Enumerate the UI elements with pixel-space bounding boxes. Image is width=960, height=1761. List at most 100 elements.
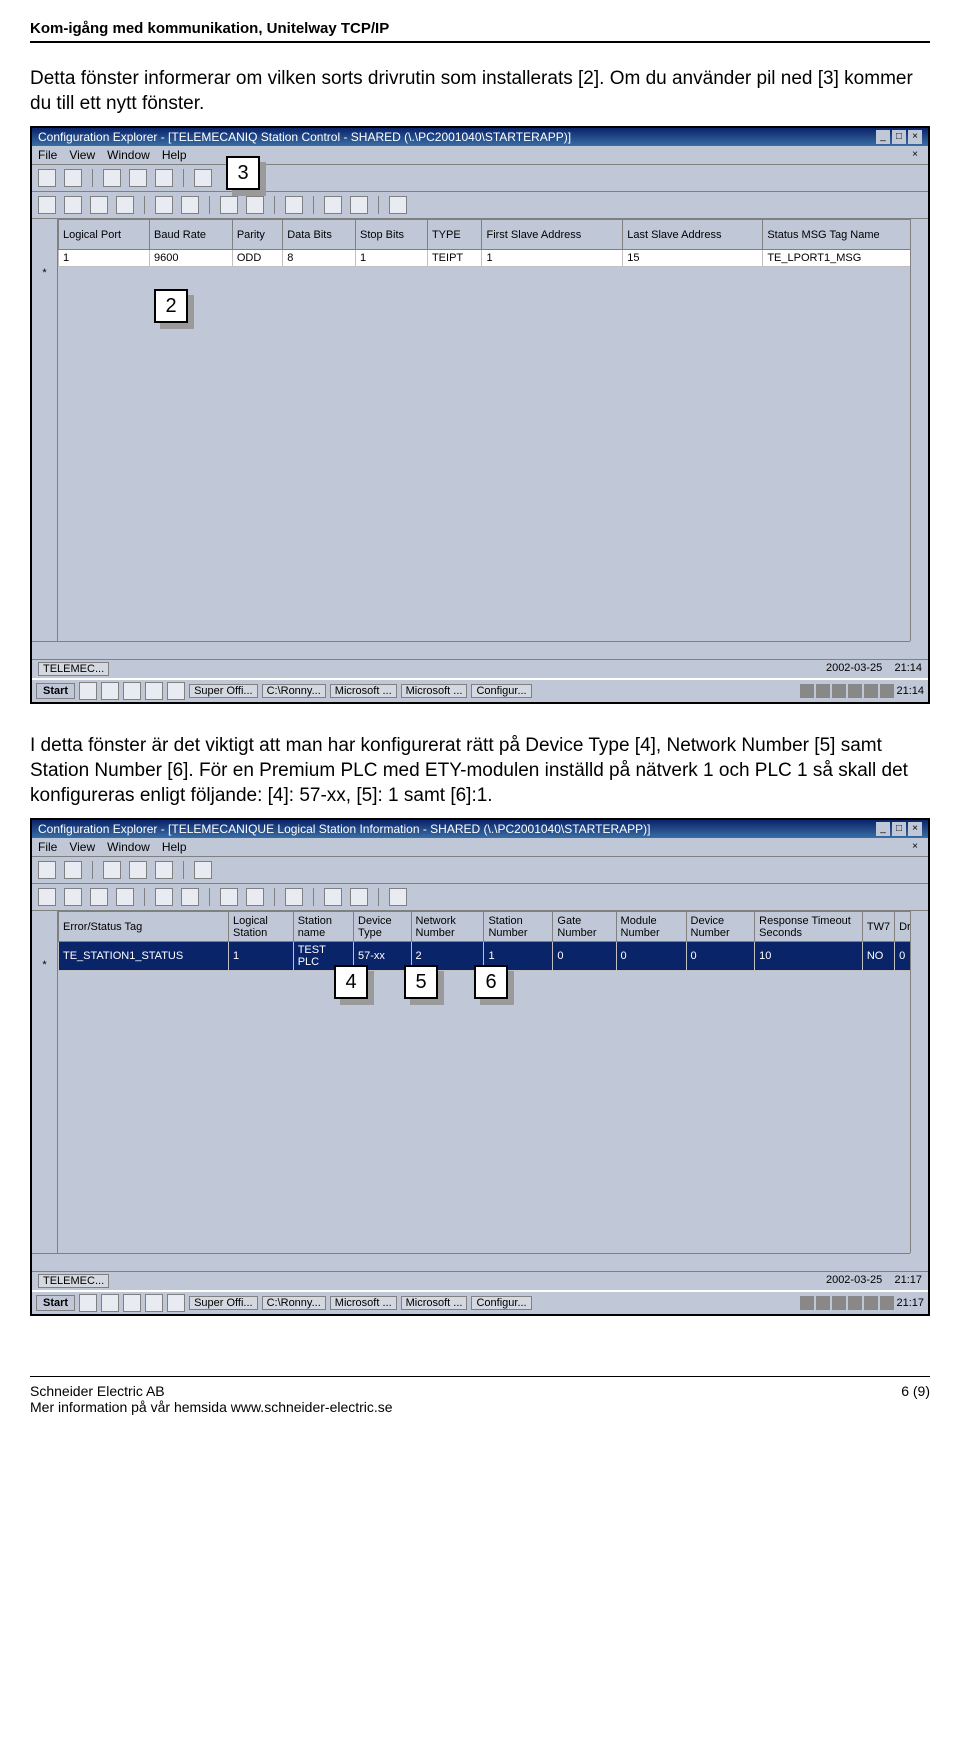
col-logical-station[interactable]: Logical Station <box>229 912 294 942</box>
menu-file[interactable]: File <box>38 840 57 854</box>
col-status-tag[interactable]: Status MSG Tag Name <box>763 220 928 250</box>
col-first-slave[interactable]: First Slave Address <box>482 220 623 250</box>
taskbar-app[interactable]: Microsoft ... <box>401 684 468 698</box>
taskbar-app[interactable]: C:\Ronny... <box>262 684 326 698</box>
col-last-slave[interactable]: Last Slave Address <box>623 220 763 250</box>
toolbar-icon[interactable] <box>38 169 56 187</box>
toolbar-icon[interactable] <box>38 861 56 879</box>
col-stop-bits[interactable]: Stop Bits <box>355 220 427 250</box>
toolbar-icon[interactable] <box>129 169 147 187</box>
quicklaunch-icon[interactable] <box>167 1294 185 1312</box>
scrollbar-vertical[interactable] <box>910 219 928 641</box>
col-station-number[interactable]: Station Number <box>484 912 553 942</box>
taskbar-app[interactable]: Microsoft ... <box>330 1296 397 1310</box>
taskbar-app[interactable]: Super Offi... <box>189 684 258 698</box>
toolbar-icon[interactable] <box>194 861 212 879</box>
toolbar-icon[interactable] <box>246 888 264 906</box>
quicklaunch-icon[interactable] <box>101 682 119 700</box>
menu-view[interactable]: View <box>69 148 95 162</box>
taskbar-app[interactable]: Configur... <box>471 1296 531 1310</box>
col-parity[interactable]: Parity <box>232 220 282 250</box>
tray-icon[interactable] <box>832 1296 846 1310</box>
quicklaunch-icon[interactable] <box>79 1294 97 1312</box>
toolbar-icon[interactable] <box>38 888 56 906</box>
toolbar-icon[interactable] <box>324 196 342 214</box>
quicklaunch-icon[interactable] <box>145 1294 163 1312</box>
menu-file[interactable]: File <box>38 148 57 162</box>
col-tw7[interactable]: TW7 <box>862 912 894 942</box>
mdi-close-icon[interactable]: × <box>908 148 922 162</box>
col-station-name[interactable]: Station name <box>293 912 353 942</box>
close-icon[interactable]: × <box>908 822 922 836</box>
toolbar-icon[interactable] <box>90 888 108 906</box>
toolbar-icon[interactable] <box>350 888 368 906</box>
toolbar-icon[interactable] <box>64 169 82 187</box>
toolbar-icon[interactable] <box>64 888 82 906</box>
task-app[interactable]: TELEMEC... <box>38 1274 109 1288</box>
menu-help[interactable]: Help <box>162 148 187 162</box>
col-response-timeout[interactable]: Response Timeout Seconds <box>755 912 863 942</box>
maximize-icon[interactable]: □ <box>892 130 906 144</box>
tray-icon[interactable] <box>800 1296 814 1310</box>
toolbar-icon[interactable] <box>103 169 121 187</box>
toolbar-icon[interactable] <box>129 861 147 879</box>
tray-icon[interactable] <box>880 684 894 698</box>
scrollbar-horizontal[interactable] <box>32 1253 910 1271</box>
quicklaunch-icon[interactable] <box>123 682 141 700</box>
tray-icon[interactable] <box>800 684 814 698</box>
toolbar-icon[interactable] <box>246 196 264 214</box>
tray-icon[interactable] <box>816 1296 830 1310</box>
toolbar-icon[interactable] <box>194 169 212 187</box>
toolbar-icon[interactable] <box>350 196 368 214</box>
toolbar-icon[interactable] <box>324 888 342 906</box>
toolbar-icon[interactable] <box>285 196 303 214</box>
col-baud-rate[interactable]: Baud Rate <box>150 220 233 250</box>
toolbar-icon[interactable] <box>103 861 121 879</box>
toolbar-icon[interactable] <box>155 169 173 187</box>
toolbar-icon[interactable] <box>155 888 173 906</box>
toolbar-icon[interactable] <box>90 196 108 214</box>
toolbar-icon[interactable] <box>220 196 238 214</box>
col-logical-port[interactable]: Logical Port <box>59 220 150 250</box>
menu-help[interactable]: Help <box>162 840 187 854</box>
toolbar-icon[interactable] <box>181 196 199 214</box>
col-module-number[interactable]: Module Number <box>616 912 686 942</box>
taskbar-app[interactable]: Microsoft ... <box>401 1296 468 1310</box>
toolbar-icon[interactable] <box>181 888 199 906</box>
tray-icon[interactable] <box>816 684 830 698</box>
quicklaunch-icon[interactable] <box>101 1294 119 1312</box>
col-data-bits[interactable]: Data Bits <box>283 220 356 250</box>
menu-window[interactable]: Window <box>107 840 150 854</box>
maximize-icon[interactable]: □ <box>892 822 906 836</box>
col-device-type[interactable]: Device Type <box>354 912 412 942</box>
toolbar-icon[interactable] <box>389 888 407 906</box>
quicklaunch-icon[interactable] <box>167 682 185 700</box>
tray-icon[interactable] <box>848 1296 862 1310</box>
toolbar-icon[interactable] <box>155 861 173 879</box>
scrollbar-horizontal[interactable] <box>32 641 910 659</box>
taskbar-app[interactable]: C:\Ronny... <box>262 1296 326 1310</box>
toolbar-icon[interactable] <box>116 888 134 906</box>
close-icon[interactable]: × <box>908 130 922 144</box>
taskbar-app[interactable]: Super Offi... <box>189 1296 258 1310</box>
toolbar-icon[interactable] <box>285 888 303 906</box>
col-device-number[interactable]: Device Number <box>686 912 755 942</box>
toolbar-icon[interactable] <box>220 888 238 906</box>
quicklaunch-icon[interactable] <box>145 682 163 700</box>
toolbar-icon[interactable] <box>116 196 134 214</box>
start-button[interactable]: Start <box>36 683 75 699</box>
tray-icon[interactable] <box>832 684 846 698</box>
minimize-icon[interactable]: _ <box>876 822 890 836</box>
table-row[interactable]: 1 9600 ODD 8 1 TEIPT 1 15 TE_LPORT1_MSG <box>59 250 928 267</box>
quicklaunch-icon[interactable] <box>123 1294 141 1312</box>
quicklaunch-icon[interactable] <box>79 682 97 700</box>
toolbar-icon[interactable] <box>155 196 173 214</box>
toolbar-icon[interactable] <box>389 196 407 214</box>
menu-window[interactable]: Window <box>107 148 150 162</box>
minimize-icon[interactable]: _ <box>876 130 890 144</box>
col-gate-number[interactable]: Gate Number <box>553 912 616 942</box>
tray-icon[interactable] <box>864 1296 878 1310</box>
start-button[interactable]: Start <box>36 1295 75 1311</box>
toolbar-icon[interactable] <box>64 861 82 879</box>
taskbar-app[interactable]: Microsoft ... <box>330 684 397 698</box>
